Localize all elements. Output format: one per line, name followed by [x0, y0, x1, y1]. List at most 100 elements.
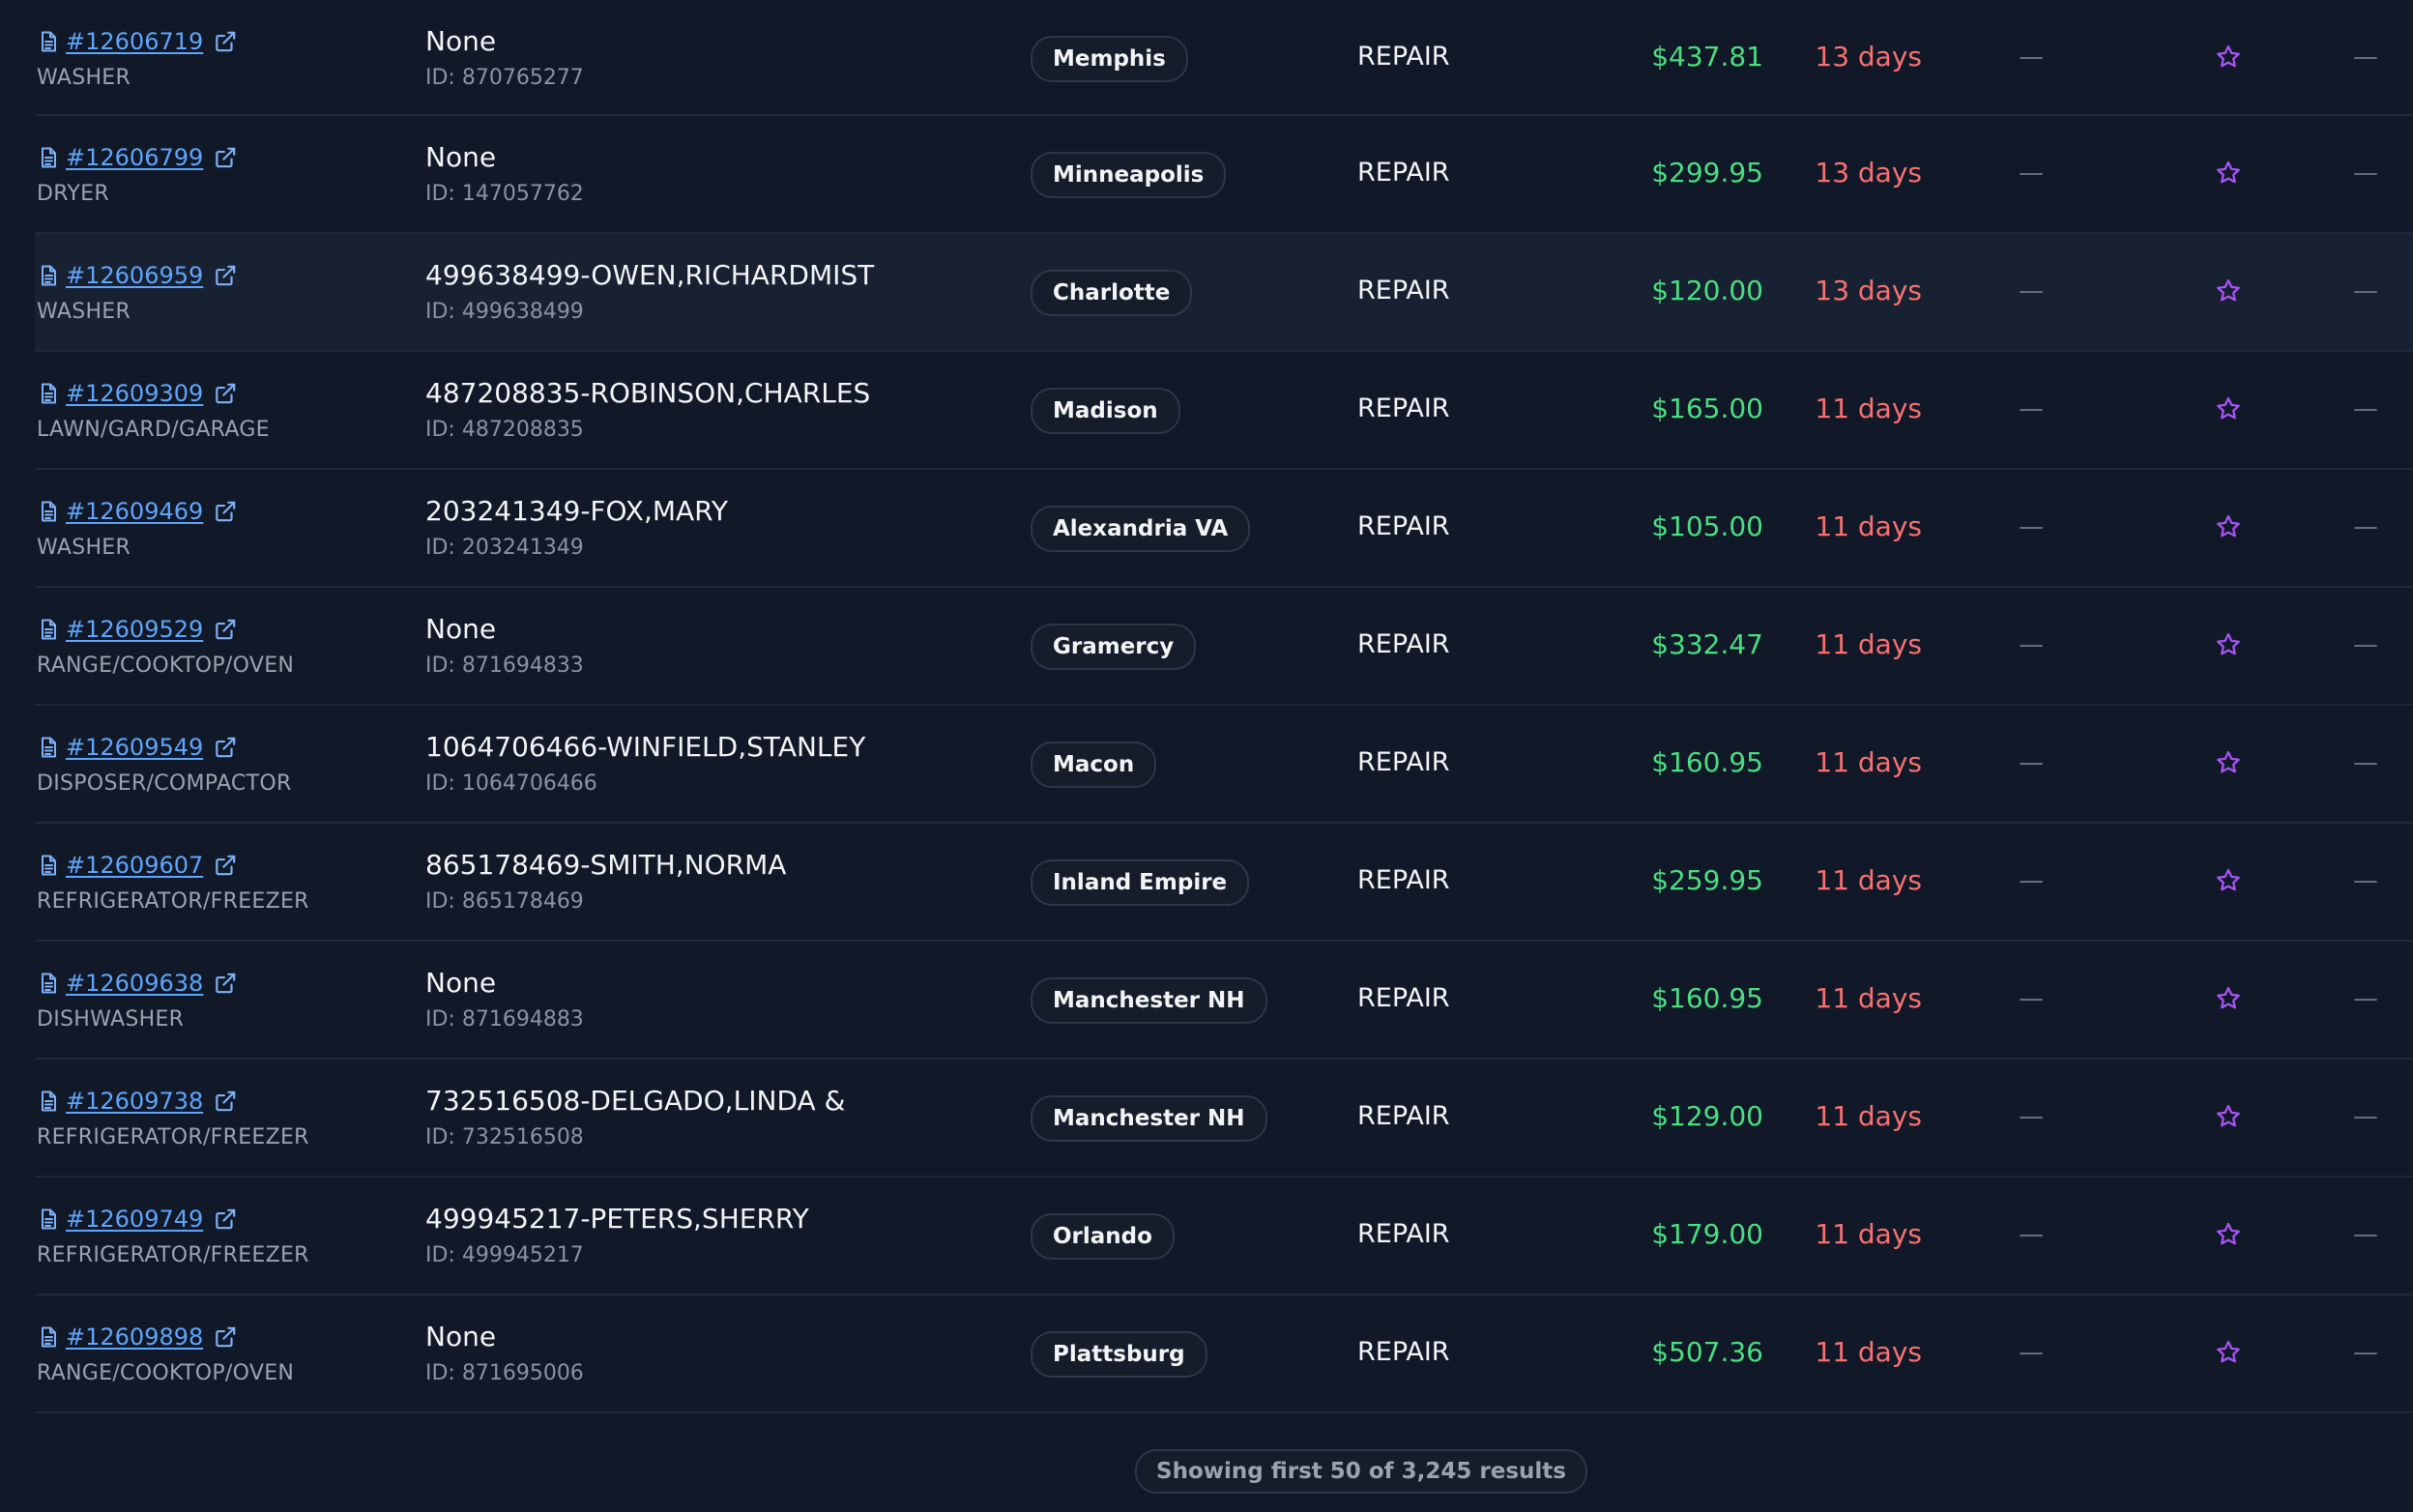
star-icon[interactable]: [2214, 630, 2243, 659]
order-cell: #12609638 DISHWASHER: [37, 965, 238, 1032]
table-row[interactable]: #12606719 WASHER None ID: 870765277 Memp…: [35, 0, 2413, 116]
order-link[interactable]: #12606959: [66, 262, 203, 289]
age: 11 days: [1815, 393, 1922, 424]
star-icon[interactable]: [2214, 276, 2243, 305]
star-icon[interactable]: [2214, 159, 2243, 188]
service-type: REPAIR: [1357, 42, 1450, 72]
external-link-icon[interactable]: [213, 381, 238, 406]
empty-value: —: [2019, 43, 2044, 72]
empty-value: —: [2353, 630, 2378, 659]
star-icon[interactable]: [2214, 748, 2243, 777]
location-badge: Minneapolis: [1031, 152, 1227, 198]
location-cell: Alexandria VA: [1031, 506, 1251, 552]
external-link-icon[interactable]: [213, 971, 238, 996]
amount: $129.00: [1651, 1100, 1763, 1132]
customer-id: ID: 499638499: [425, 300, 584, 324]
order-cell: #12609549 DISPOSER/COMPACTOR: [37, 729, 292, 796]
age: 11 days: [1815, 982, 1922, 1014]
orders-table: #12606719 WASHER None ID: 870765277 Memp…: [35, 0, 2413, 1413]
table-row[interactable]: #12609738 REFRIGERATOR/FREEZER 732516508…: [35, 1060, 2413, 1178]
order-cell: #12609749 REFRIGERATOR/FREEZER: [37, 1201, 309, 1267]
amount: $332.47: [1651, 628, 1763, 660]
table-row[interactable]: #12609638 DISHWASHER None ID: 871694883 …: [35, 942, 2413, 1060]
external-link-icon[interactable]: [213, 1324, 238, 1350]
document-icon: [37, 1207, 60, 1231]
external-link-icon[interactable]: [213, 735, 238, 760]
document-icon: [37, 382, 60, 405]
empty-value: —: [2019, 1338, 2044, 1367]
star-icon[interactable]: [2214, 512, 2243, 541]
star-icon[interactable]: [2214, 1338, 2243, 1367]
external-link-icon[interactable]: [213, 29, 238, 54]
appliance-category: WASHER: [37, 66, 131, 90]
location-badge: Charlotte: [1031, 270, 1193, 316]
location-cell: Plattsburg: [1031, 1331, 1207, 1378]
service-type: REPAIR: [1357, 511, 1450, 541]
appliance-category: WASHER: [37, 300, 131, 324]
appliance-category: REFRIGERATOR/FREEZER: [37, 1243, 309, 1267]
amount: $165.00: [1651, 393, 1763, 424]
table-row[interactable]: #12609898 RANGE/COOKTOP/OVEN None ID: 87…: [35, 1295, 2413, 1413]
customer-id: ID: 1064706466: [425, 771, 597, 796]
customer-name: 499638499-OWEN,RICHARDMIST: [425, 259, 875, 291]
order-link[interactable]: #12609898: [66, 1323, 203, 1351]
order-link[interactable]: #12609549: [66, 734, 203, 761]
external-link-icon[interactable]: [213, 499, 238, 524]
service-type: REPAIR: [1357, 1101, 1450, 1131]
external-link-icon[interactable]: [213, 853, 238, 878]
external-link-icon[interactable]: [213, 1207, 238, 1232]
appliance-category: RANGE/COOKTOP/OVEN: [37, 654, 295, 678]
order-link[interactable]: #12609638: [66, 970, 203, 997]
amount: $160.95: [1651, 746, 1763, 778]
external-link-icon[interactable]: [213, 145, 238, 170]
star-icon[interactable]: [2214, 1220, 2243, 1249]
customer-cell: None ID: 870765277: [425, 23, 584, 90]
location-badge: Plattsburg: [1031, 1331, 1207, 1378]
table-row[interactable]: #12606799 DRYER None ID: 147057762 Minne…: [35, 116, 2413, 234]
order-link[interactable]: #12609529: [66, 616, 203, 643]
order-link[interactable]: #12609469: [66, 498, 203, 525]
table-row[interactable]: #12609749 REFRIGERATOR/FREEZER 499945217…: [35, 1178, 2413, 1295]
customer-name: None: [425, 967, 497, 999]
customer-cell: 203241349-FOX,MARY ID: 203241349: [425, 493, 728, 560]
order-link[interactable]: #12609309: [66, 380, 203, 407]
star-icon[interactable]: [2214, 1102, 2243, 1131]
order-link[interactable]: #12606799: [66, 144, 203, 171]
star-icon[interactable]: [2214, 866, 2243, 895]
order-link[interactable]: #12606719: [66, 28, 203, 55]
star-icon[interactable]: [2214, 984, 2243, 1013]
age: 11 days: [1815, 510, 1922, 542]
results-count-badge: Showing first 50 of 3,245 results: [1135, 1449, 1587, 1494]
table-row[interactable]: #12606959 WASHER 499638499-OWEN,RICHARDM…: [35, 234, 2413, 352]
star-icon[interactable]: [2214, 394, 2243, 423]
amount: $299.95: [1651, 157, 1763, 189]
table-row[interactable]: #12609469 WASHER 203241349-FOX,MARY ID: …: [35, 470, 2413, 588]
external-link-icon[interactable]: [213, 617, 238, 642]
age: 11 days: [1815, 1336, 1922, 1368]
table-row[interactable]: #12609309 LAWN/GARD/GARAGE 487208835-ROB…: [35, 352, 2413, 470]
order-cell: #12606959 WASHER: [37, 257, 238, 324]
table-row[interactable]: #12609529 RANGE/COOKTOP/OVEN None ID: 87…: [35, 588, 2413, 706]
external-link-icon[interactable]: [213, 1089, 238, 1114]
empty-value: —: [2019, 748, 2044, 777]
order-link[interactable]: #12609738: [66, 1088, 203, 1115]
order-link[interactable]: #12609749: [66, 1206, 203, 1233]
empty-value: —: [2019, 1102, 2044, 1131]
customer-name: 865178469-SMITH,NORMA: [425, 849, 787, 881]
appliance-category: DISPOSER/COMPACTOR: [37, 771, 292, 796]
appliance-category: REFRIGERATOR/FREEZER: [37, 1125, 309, 1149]
age: 11 days: [1815, 1218, 1922, 1250]
empty-value: —: [2353, 394, 2378, 423]
order-link[interactable]: #12609607: [66, 852, 203, 879]
customer-cell: None ID: 871694883: [425, 965, 584, 1032]
customer-id: ID: 870765277: [425, 66, 584, 90]
location-cell: Manchester NH: [1031, 1095, 1267, 1142]
star-icon[interactable]: [2214, 43, 2243, 72]
location-badge: Inland Empire: [1031, 859, 1250, 906]
location-badge: Alexandria VA: [1031, 506, 1251, 552]
empty-value: —: [2353, 159, 2378, 188]
table-row[interactable]: #12609607 REFRIGERATOR/FREEZER 865178469…: [35, 824, 2413, 942]
amount: $179.00: [1651, 1218, 1763, 1250]
external-link-icon[interactable]: [213, 263, 238, 288]
table-row[interactable]: #12609549 DISPOSER/COMPACTOR 1064706466-…: [35, 706, 2413, 824]
